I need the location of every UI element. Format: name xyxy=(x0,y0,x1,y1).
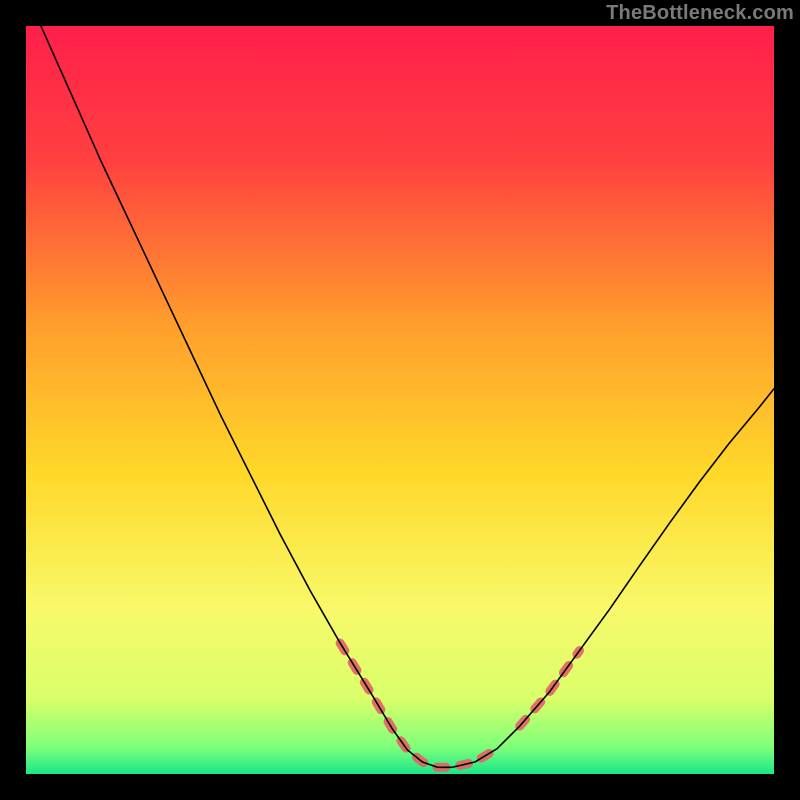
watermark-text: TheBottleneck.com xyxy=(606,2,794,25)
chart-container xyxy=(26,26,774,774)
app-frame: TheBottleneck.com xyxy=(0,0,800,800)
bottleneck-chart xyxy=(26,26,774,774)
gradient-background xyxy=(26,26,774,774)
